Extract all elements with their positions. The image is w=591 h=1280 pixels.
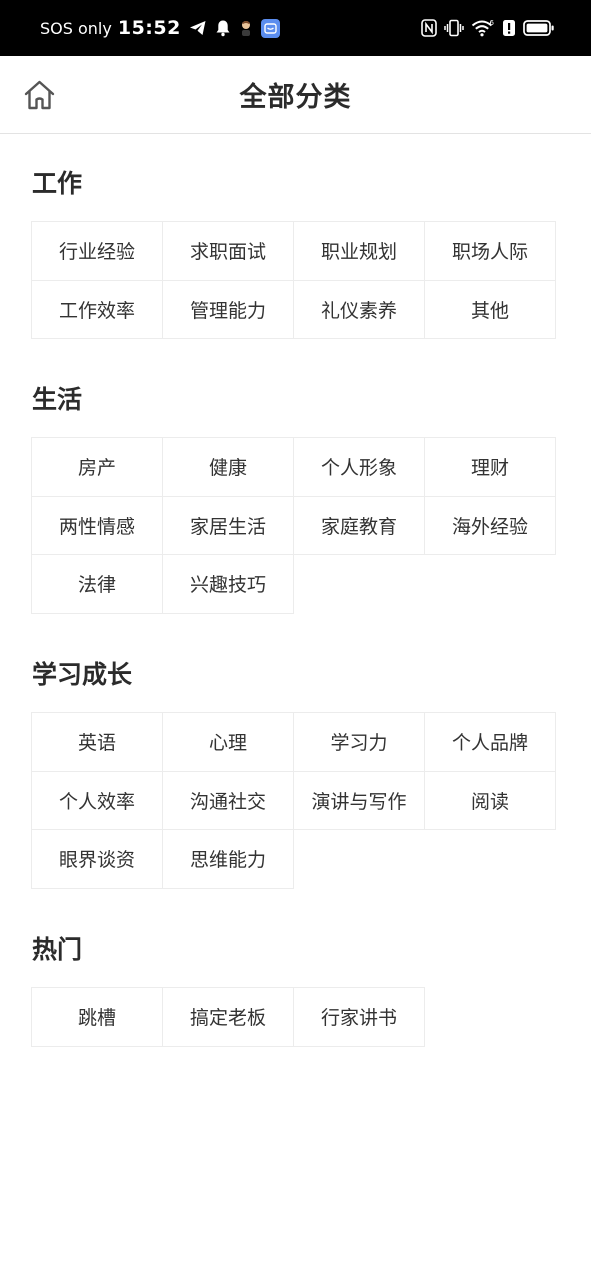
category-grid: 行业经验 求职面试 职业规划 职场人际 工作效率 管理能力 礼仪素养 其他 xyxy=(31,221,559,339)
category-item[interactable]: 职业规划 xyxy=(293,221,425,281)
bell-icon xyxy=(216,20,230,37)
category-item[interactable]: 演讲与写作 xyxy=(293,770,425,830)
telegram-icon xyxy=(189,21,206,35)
home-icon xyxy=(24,80,54,110)
carrier-label: SOS only xyxy=(40,18,112,38)
home-button[interactable] xyxy=(22,78,56,112)
category-item[interactable]: 理财 xyxy=(424,437,556,497)
battery-icon xyxy=(523,20,554,36)
notification-icons xyxy=(189,18,280,38)
category-item[interactable]: 眼界谈资 xyxy=(31,829,163,889)
category-grid: 英语 心理 学习力 个人品牌 个人效率 沟通社交 演讲与写作 阅读 眼界谈资 思… xyxy=(31,712,559,889)
category-item[interactable]: 房产 xyxy=(31,437,163,497)
category-item[interactable]: 沟通社交 xyxy=(162,770,294,830)
system-icons: 6 xyxy=(421,19,555,37)
category-item[interactable]: 两性情感 xyxy=(31,495,163,555)
section-title: 工作 xyxy=(32,169,83,198)
category-item[interactable]: 搞定老板 xyxy=(162,987,294,1047)
category-item[interactable]: 礼仪素养 xyxy=(293,279,425,339)
category-item[interactable]: 求职面试 xyxy=(162,221,294,281)
section-title: 热门 xyxy=(32,935,83,964)
alert-icon xyxy=(503,20,515,36)
category-item[interactable]: 其他 xyxy=(424,279,556,339)
app-notification-icon xyxy=(260,18,280,38)
category-item[interactable]: 心理 xyxy=(162,712,294,772)
category-item[interactable]: 跳槽 xyxy=(31,987,163,1047)
network-superscript: 6 xyxy=(490,19,495,27)
section-title: 学习成长 xyxy=(32,660,133,689)
category-item[interactable]: 思维能力 xyxy=(162,829,294,889)
category-item[interactable]: 个人品牌 xyxy=(424,712,556,772)
category-grid: 房产 健康 个人形象 理财 两性情感 家居生活 家庭教育 海外经验 法律 兴趣技… xyxy=(31,437,559,614)
category-item[interactable]: 家庭教育 xyxy=(293,495,425,555)
clock: 15:52 xyxy=(117,17,181,39)
avatar-icon xyxy=(241,21,250,36)
category-section-work: 工作 行业经验 求职面试 职业规划 职场人际 工作效率 管理能力 礼仪素养 其他 xyxy=(31,169,559,339)
category-item[interactable]: 个人形象 xyxy=(293,437,425,497)
header: 全部分类 xyxy=(0,56,591,134)
category-item[interactable]: 行业经验 xyxy=(31,221,163,281)
vibrate-icon xyxy=(444,19,464,37)
page-title: 全部分类 xyxy=(239,82,352,113)
category-item[interactable]: 兴趣技巧 xyxy=(162,554,294,614)
category-item[interactable]: 家居生活 xyxy=(162,495,294,555)
category-item[interactable]: 工作效率 xyxy=(31,279,163,339)
nfc-icon xyxy=(421,19,437,37)
category-item[interactable]: 英语 xyxy=(31,712,163,772)
category-section-life: 生活 房产 健康 个人形象 理财 两性情感 家居生活 家庭教育 海外经验 法律 … xyxy=(31,385,559,614)
status-bar: SOS only 15:52 6 xyxy=(0,0,591,56)
category-item[interactable]: 职场人际 xyxy=(424,221,556,281)
category-section-learning: 学习成长 英语 心理 学习力 个人品牌 个人效率 沟通社交 演讲与写作 阅读 眼… xyxy=(31,660,559,889)
category-item[interactable]: 海外经验 xyxy=(424,495,556,555)
category-item[interactable]: 管理能力 xyxy=(162,279,294,339)
category-item[interactable]: 个人效率 xyxy=(31,770,163,830)
category-item[interactable]: 学习力 xyxy=(293,712,425,772)
category-grid: 跳槽 搞定老板 行家讲书 xyxy=(31,987,559,1047)
category-item[interactable]: 阅读 xyxy=(424,770,556,830)
category-section-hot: 热门 跳槽 搞定老板 行家讲书 xyxy=(31,935,559,1047)
category-item[interactable]: 健康 xyxy=(162,437,294,497)
wifi-icon: 6 xyxy=(471,19,495,37)
category-item[interactable]: 法律 xyxy=(31,554,163,614)
section-title: 生活 xyxy=(32,385,83,414)
category-item[interactable]: 行家讲书 xyxy=(293,987,425,1047)
